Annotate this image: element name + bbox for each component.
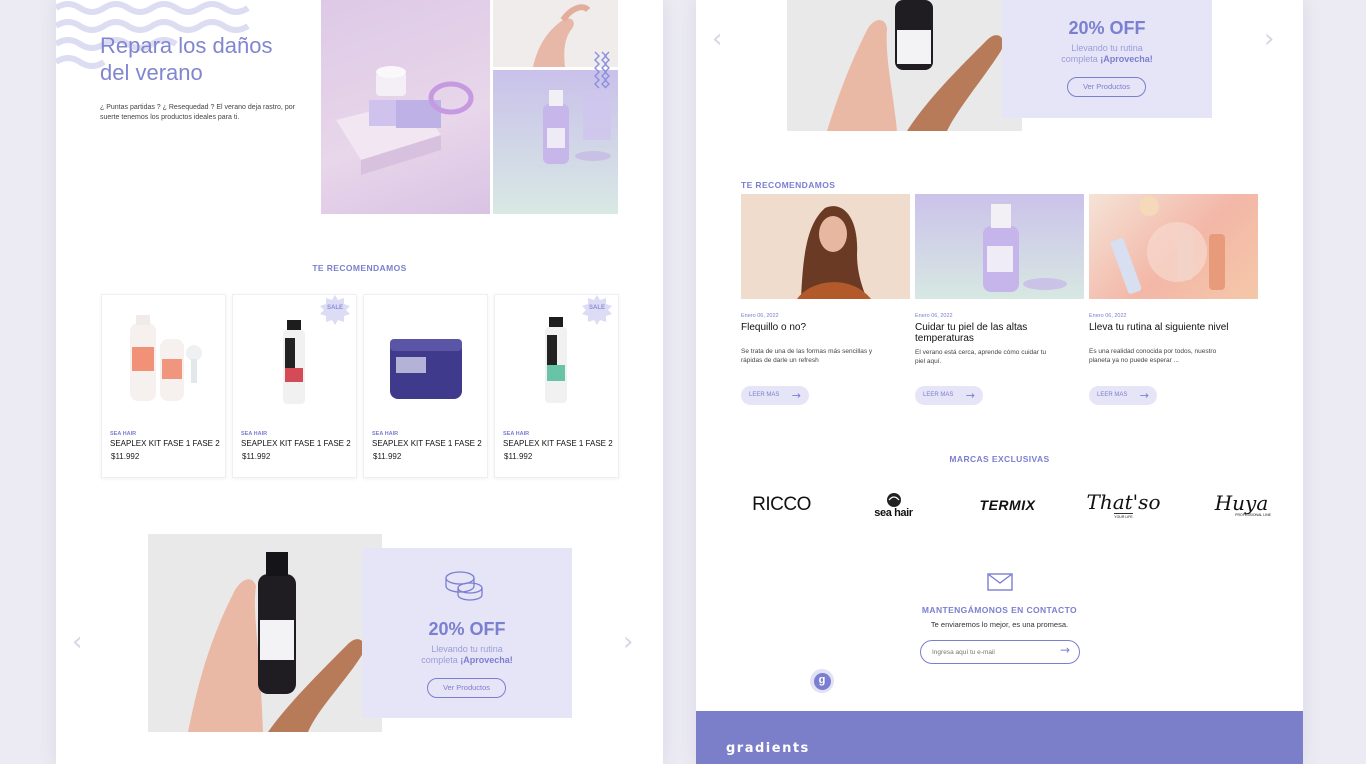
brands-title: MARCAS EXCLUSIVAS [949,454,1050,464]
promo-text: Llevando tu rutina completa ¡Aprovecha! [421,644,513,665]
read-more-button[interactable]: LEER MAS → [915,386,983,405]
footer: gradients [696,711,1303,764]
blog-post: Enero 06, 2022 Flequillo o no? Se trata … [741,313,906,365]
product-price: $11.992 [111,452,140,461]
product-price: $11.992 [242,452,271,461]
blog-photo-skincare[interactable] [1089,194,1258,299]
blog-photo-serum[interactable] [915,194,1084,299]
sale-label: SALE [588,305,605,311]
product-brand: SEA HAIR [110,431,137,437]
promo-box: 20% OFF Llevando tu rutina completa ¡Apr… [1002,0,1212,118]
blog-excerpt: Se trata de una de las formas más sencil… [741,348,873,364]
promo-text: Llevando tu rutina completa ¡Aprovecha! [1061,43,1153,64]
recommend-title: TE RECOMENDAMOS [312,263,407,273]
blog-title[interactable]: Flequillo o no? [741,322,906,333]
product-image [130,315,202,401]
blog-date: Enero 06, 2022 [741,313,779,319]
blog-date: Enero 06, 2022 [1089,313,1127,319]
recommend-title: TE RECOMENDAMOS [741,180,836,190]
product-brand: SEA HAIR [372,431,399,437]
sale-label: SALE [326,305,343,311]
footer-brand: gradients [726,741,810,756]
product-card[interactable]: SALE SEA HAIR SEAPLEX KIT FASE 1 FASE 2 … [494,294,619,478]
view-products-button[interactable]: Ver Productos [427,678,506,698]
contact-title: MANTENGÁMONOS EN CONTACTO [921,605,1078,615]
hero-photo-products [321,0,490,214]
carousel-next-arrow[interactable]: › [623,627,633,657]
arrow-right-icon: → [965,389,975,402]
newsletter-form: → [920,640,1080,664]
email-input[interactable] [932,646,1050,658]
hero-title: Repara los daños del verano [100,33,273,85]
brand-logo-thatso[interactable]: That'so YOUR LIFE [1086,488,1161,522]
blog-post: Enero 06, 2022 Lleva tu rutina al siguie… [1089,313,1254,365]
cream-jar-icon [445,571,483,601]
blog-excerpt: Es una realidad conocida por todos, nues… [1089,348,1217,364]
promo-box: 20% OFF Llevando tu rutina completa ¡Apr… [362,548,572,718]
promo-photo [787,0,1022,131]
view-products-button[interactable]: Ver Productos [1067,77,1146,97]
brand-logo-termix[interactable]: TERMIX [970,488,1045,522]
product-card[interactable]: SEA HAIR SEAPLEX KIT FASE 1 FASE 2 $11.9… [363,294,488,478]
product-card[interactable]: SEA HAIR SEAPLEX KIT FASE 1 FASE 2 $11.9… [101,294,226,478]
product-name[interactable]: SEAPLEX KIT FASE 1 FASE 2 [372,439,482,448]
carousel-prev-arrow[interactable]: ‹ [72,627,82,657]
product-price: $11.992 [504,452,533,461]
left-page-panel: Repara los daños del verano ¿ Puntas par… [56,0,663,764]
product-name[interactable]: SEAPLEX KIT FASE 1 FASE 2 [503,439,613,448]
product-image [283,320,305,404]
brand-logo-huya[interactable]: Huya PROFESSIONAL LINE [1204,488,1279,522]
blog-photo-woman[interactable] [741,194,910,299]
arrow-right-icon: → [791,389,801,402]
blog-title[interactable]: Lleva tu rutina al siguiente nivel [1089,322,1254,333]
mail-icon [987,573,1013,591]
product-card[interactable]: SALE SEA HAIR SEAPLEX KIT FASE 1 FASE 2 … [232,294,357,478]
brand-logo-seahair[interactable]: sea hair [856,488,931,522]
right-page-panel: ‹ › 20% OFF Llevando tu rutina completa … [696,0,1303,764]
blog-post: Enero 06, 2022 Cuidar tu piel de las alt… [915,313,1080,366]
read-more-button[interactable]: LEER MAS → [1089,386,1157,405]
product-image [390,339,462,399]
blog-title[interactable]: Cuidar tu piel de las altas temperaturas [915,322,1045,344]
carousel-next-arrow[interactable]: › [1264,24,1274,54]
product-brand: SEA HAIR [241,431,268,437]
gradients-badge-inner: g [813,672,831,690]
promo-discount: 20% OFF [1068,18,1146,38]
gradients-badge[interactable]: g [810,669,834,693]
contact-subtitle: Te enviaremos lo mejor, es una promesa. [930,620,1069,629]
hero-description: ¿ Puntas partidas ? ¿ Resequedad ? El ve… [100,104,295,121]
blog-date: Enero 06, 2022 [915,313,953,319]
product-price: $11.992 [373,452,402,461]
submit-arrow-icon[interactable]: → [1060,643,1070,657]
promo-photo [148,534,382,732]
read-more-button[interactable]: LEER MAS → [741,386,809,405]
promo-discount: 20% OFF [428,619,506,639]
product-name[interactable]: SEAPLEX KIT FASE 1 FASE 2 [241,439,351,448]
zigzag-decoration [594,51,610,89]
product-image [545,317,567,403]
arrow-right-icon: → [1139,389,1149,402]
carousel-prev-arrow[interactable]: ‹ [712,24,722,54]
product-brand: SEA HAIR [503,431,530,437]
seahair-logo-icon [886,492,901,507]
product-name[interactable]: SEAPLEX KIT FASE 1 FASE 2 [110,439,220,448]
brand-logo-ricco[interactable]: RICCO [744,488,819,522]
blog-excerpt: El verano está cerca, aprende cómo cuida… [915,349,1047,365]
